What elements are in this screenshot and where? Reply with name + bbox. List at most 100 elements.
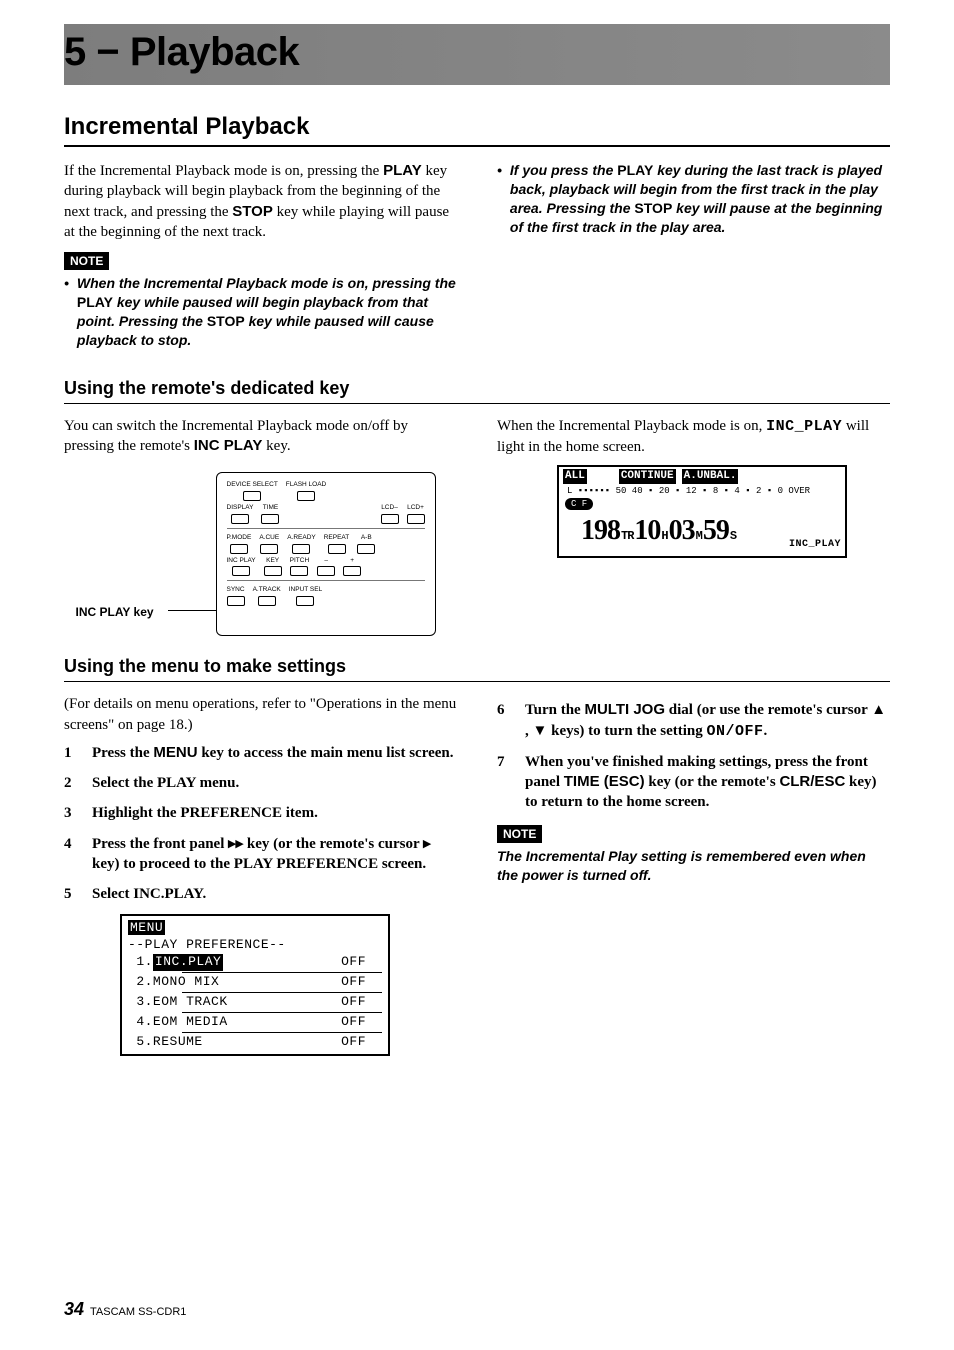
incplay-mono: INC_PLAY — [766, 418, 842, 435]
remote-btn-label: P.MODE — [227, 534, 252, 543]
timeesc-key-label: TIME (ESC) — [564, 773, 645, 790]
section2-left-column: You can switch the Incremental Playback … — [64, 416, 457, 637]
step-item: Select the PLAY menu. — [64, 773, 457, 793]
stop-key-label-3: STOP — [634, 200, 672, 216]
remote-button — [261, 514, 279, 524]
step-item: Select INC.PLAY. — [64, 884, 457, 904]
multijog-key-label: MULTI JOG — [584, 701, 665, 718]
stop-key-label: STOP — [232, 203, 273, 220]
remote-button — [381, 514, 399, 524]
menu-key-label: MENU — [153, 744, 197, 761]
remote-btn-label: FLASH LOAD — [286, 481, 326, 490]
remote-button — [227, 596, 245, 606]
step-item: Press the front panel ▸▸ key (or the rem… — [64, 834, 457, 875]
remote-btn-label: A-B — [361, 534, 372, 543]
lcd-incplay-indicator: INC_PLAY — [789, 538, 841, 552]
lcd-meter: L ▪▪▪▪▪▪ 50 40 ▪ 20 ▪ 12 ▪ 8 ▪ 4 ▪ 2 ▪ 0… — [567, 485, 841, 497]
remote-button — [258, 596, 276, 606]
steps-list-left: Press the MENU key to access the main me… — [64, 743, 457, 905]
remote-btn-label: LCD– — [381, 504, 398, 513]
footer-model: TASCAM SS-CDR1 — [90, 1306, 186, 1318]
menu-row-value: OFF — [341, 954, 382, 971]
remote-btn-label: KEY — [266, 557, 279, 566]
menu-lcd: MENU --PLAY PREFERENCE-- 1.INC.PLAYOFF 2… — [120, 914, 390, 1056]
remote-btn-label: A.TRACK — [253, 586, 281, 595]
lcd-all-badge: ALL — [563, 469, 587, 484]
menu-row-label: EOM MEDIA — [153, 1014, 228, 1031]
section1-intro: If the Incremental Playback mode is on, … — [64, 161, 457, 242]
menu-row-value: OFF — [341, 994, 382, 1011]
menu-row-value: OFF — [341, 1014, 382, 1031]
remote-btn-label: REPEAT — [324, 534, 350, 543]
note-label: NOTE — [64, 252, 109, 270]
remote-button — [231, 514, 249, 524]
step-item: Turn the MULTI JOG dial (or use the remo… — [497, 700, 890, 742]
menu-row-value: OFF — [341, 974, 382, 991]
remote-callout-line — [168, 610, 216, 611]
page-number: 34 — [64, 1299, 84, 1320]
play-key-label: PLAY — [383, 162, 422, 179]
remote-btn-label: INC PLAY — [227, 557, 256, 566]
section2-right-p: When the Incremental Playback mode is on… — [497, 416, 890, 458]
remote-button — [357, 544, 375, 554]
section3-intro: (For details on menu operations, refer t… — [64, 694, 457, 735]
remote-button — [232, 566, 250, 576]
remote-diagram: INC PLAY key DEVICE SELECT FLASH LOAD DI… — [86, 472, 436, 636]
remote-button — [296, 596, 314, 606]
menu-lcd-subtitle: --PLAY PREFERENCE-- — [128, 937, 382, 954]
bullet-icon: • — [64, 274, 69, 350]
remote-button — [264, 566, 282, 576]
menu-row-value: OFF — [341, 1034, 382, 1051]
section-heading: Incremental Playback — [64, 113, 890, 141]
section2-left-p: You can switch the Incremental Playback … — [64, 416, 457, 457]
remote-box: DEVICE SELECT FLASH LOAD DISPLAY TIME LC… — [216, 472, 436, 636]
remote-button — [243, 491, 261, 501]
subsection-heading: Using the remote's dedicated key — [64, 378, 890, 399]
lcd-cf-badge: C F — [565, 498, 593, 510]
clresc-key-label: CLR/ESC — [779, 773, 845, 790]
subsection-heading-2: Using the menu to make settings — [64, 656, 890, 677]
play-key-label-3: PLAY — [617, 162, 653, 178]
step-item: Highlight the PREFERENCE item. — [64, 803, 457, 823]
section2-right-column: When the Incremental Playback mode is on… — [497, 416, 890, 637]
chapter-banner: 5 − Playback — [64, 24, 890, 85]
remote-button — [343, 566, 361, 576]
remote-btn-label: PITCH — [290, 557, 310, 566]
subsection-rule-2: Using the menu to make settings — [64, 656, 890, 682]
remote-btn-label: INPUT SEL — [289, 586, 322, 595]
stop-key-label-2: STOP — [207, 313, 245, 329]
section3-right-column: Turn the MULTI JOG dial (or use the remo… — [497, 694, 890, 1056]
home-lcd: ALL CONTINUE A.UNBAL. L ▪▪▪▪▪▪ 50 40 ▪ 2… — [557, 465, 847, 558]
remote-button — [407, 514, 425, 524]
remote-button — [290, 566, 308, 576]
note-body: The Incremental Play setting is remember… — [497, 847, 890, 885]
onoff-mono: ON/OFF — [707, 723, 764, 740]
remote-button — [297, 491, 315, 501]
subsection-rule: Using the remote's dedicated key — [64, 378, 890, 404]
remote-callout-label: INC PLAY key — [76, 604, 154, 620]
menu-row-label: EOM TRACK — [153, 994, 228, 1011]
note-bullet: • When the Incremental Playback mode is … — [64, 274, 457, 350]
incplay-key-label: INC PLAY — [194, 437, 263, 454]
bullet-icon: • — [497, 161, 502, 237]
chapter-title: 5 − Playback — [64, 30, 890, 75]
lcd-continue-badge: CONTINUE — [619, 469, 676, 484]
step-item: Press the MENU key to access the main me… — [64, 743, 457, 763]
remote-button — [230, 544, 248, 554]
section3-left-column: (For details on menu operations, refer t… — [64, 694, 457, 1056]
remote-btn-label: – — [324, 557, 328, 566]
section1-right-column: • If you press the PLAY key during the l… — [497, 161, 890, 358]
play-key-label-2: PLAY — [77, 294, 113, 310]
remote-btn-label: A.READY — [287, 534, 316, 543]
note-label-2: NOTE — [497, 825, 542, 843]
page-footer: 34 TASCAM SS-CDR1 — [64, 1299, 186, 1320]
remote-btn-label: LCD+ — [407, 504, 424, 513]
step-item: When you've finished making settings, pr… — [497, 752, 890, 813]
menu-row-label: INC.PLAY — [153, 954, 223, 971]
menu-row-label: RESUME — [153, 1034, 203, 1051]
remote-button — [328, 544, 346, 554]
remote-button — [292, 544, 310, 554]
section1-left-column: If the Incremental Playback mode is on, … — [64, 161, 457, 358]
remote-button — [317, 566, 335, 576]
remote-btn-label: TIME — [263, 504, 279, 513]
